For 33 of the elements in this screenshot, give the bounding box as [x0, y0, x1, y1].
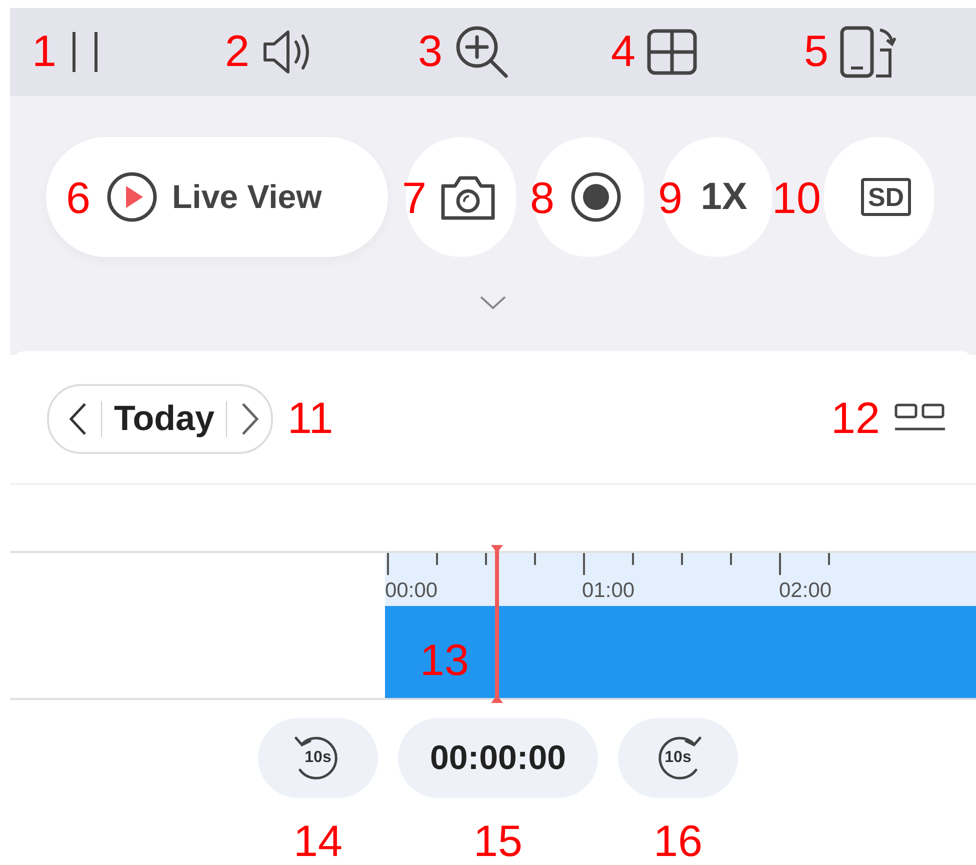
callout-number: 2 [225, 30, 250, 74]
callout-number: 10 [772, 177, 821, 221]
skip-forward-button[interactable]: 10s [618, 718, 738, 798]
zoom-in-icon[interactable] [454, 24, 510, 80]
skip-back-button[interactable]: 10s [258, 718, 378, 798]
grid-icon[interactable] [647, 29, 698, 75]
playhead[interactable] [490, 545, 504, 703]
camera-icon [440, 174, 496, 220]
chevron-down-icon[interactable] [479, 295, 507, 311]
chevron-left-icon[interactable] [67, 400, 89, 436]
time-label: 00:00 [385, 580, 439, 601]
callout-number: 5 [804, 30, 828, 74]
callout-number: 7 [402, 177, 426, 221]
callout-number: 12 [831, 396, 880, 440]
time-label: 02:00 [779, 580, 833, 601]
play-icon [106, 171, 158, 223]
callout-number: 14 [294, 820, 342, 864]
chevron-right-icon[interactable] [239, 400, 262, 436]
date-label[interactable]: Today [114, 398, 214, 438]
callout-number: 4 [611, 30, 636, 74]
time-display[interactable]: 00:00:00 [398, 718, 598, 798]
callout-number: 3 [418, 30, 442, 74]
callout-number: 16 [654, 820, 702, 864]
quality-button[interactable]: SD [824, 137, 934, 257]
callout-number: 11 [287, 396, 334, 440]
callout-number: 15 [474, 820, 522, 864]
rotate-screen-icon[interactable] [840, 26, 896, 78]
callout-number: 13 [420, 639, 469, 683]
callout-number: 6 [66, 177, 90, 221]
record-icon [570, 171, 622, 223]
time-label: 01:00 [582, 580, 636, 601]
callout-number: 1 [32, 30, 56, 74]
callout-number: 8 [530, 177, 554, 221]
